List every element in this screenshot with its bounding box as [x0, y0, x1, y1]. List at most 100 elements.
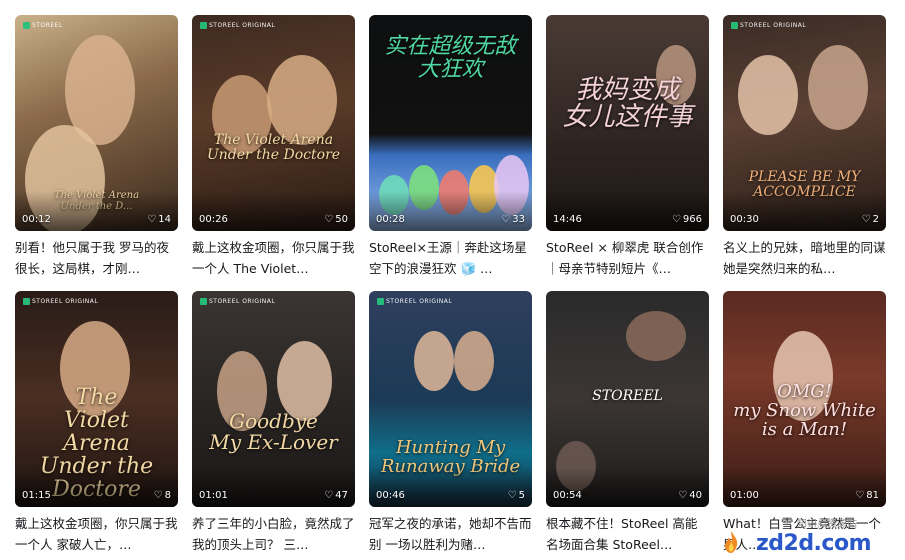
video-duration: 00:46	[376, 490, 405, 501]
like-count: ♡ 40	[678, 490, 702, 501]
like-count-value: 2	[872, 214, 879, 225]
video-duration: 00:26	[199, 214, 228, 225]
storeel-logo-icon	[200, 22, 207, 29]
video-card[interactable]: 我妈变成 女儿这件事 14:46 ♡ 966 StoReel × 柳翠虎 联合创作｜母亲…	[546, 15, 709, 279]
like-count: ♡ 14	[147, 214, 171, 225]
badge-text: STOREEL ORIGINAL	[740, 22, 807, 29]
video-card[interactable]: STOREEL 00:54 ♡ 40 根本藏不住！StoReel 高能名场面合集 Sto…	[546, 291, 709, 555]
like-count-value: 50	[335, 214, 348, 225]
poster-title: 实在超级无敌 大狂欢	[384, 34, 517, 83]
poster-title: Goodbye My Ex-Lover	[209, 409, 338, 454]
storeel-badge: STOREEL ORIGINAL	[377, 298, 452, 305]
video-duration: 01:01	[199, 490, 228, 501]
storeel-logo-icon	[200, 298, 207, 305]
video-card[interactable]: STOREEL ORIGINALPLEASE BE MY ACCOMPLICE0…	[723, 15, 886, 279]
video-thumbnail[interactable]: STOREEL ORIGINALHunting My Runaway Bride…	[369, 291, 532, 507]
video-caption[interactable]: 养了三年的小白脸，竟然成了我的顶头上司？ 三…	[192, 513, 355, 555]
heart-icon: ♡	[153, 489, 163, 501]
heart-icon: ♡	[855, 489, 865, 501]
poster-figure	[626, 311, 686, 361]
thumbnail-shade	[15, 467, 178, 507]
like-count-value: 33	[512, 214, 525, 225]
video-duration: 00:28	[376, 214, 405, 225]
storeel-logo-icon	[23, 22, 30, 29]
video-caption[interactable]: 冠军之夜的承诺，她却不告而别 一场以胜利为赌…	[369, 513, 532, 555]
like-count-value: 14	[158, 214, 171, 225]
thumbnail-shade	[369, 191, 532, 231]
video-caption[interactable]: 别看！他只属于我 罗马的夜很长，这局棋，才刚…	[15, 237, 178, 279]
thumbnail-shade	[546, 467, 709, 507]
like-count: ♡ 966	[672, 214, 702, 225]
video-thumbnail[interactable]: 我妈变成 女儿这件事 14:46 ♡ 966	[546, 15, 709, 231]
video-duration: 00:30	[730, 214, 759, 225]
video-thumbnail[interactable]: STOREEL 00:54 ♡ 40	[546, 291, 709, 507]
heart-icon: ♡	[507, 489, 517, 501]
like-count-value: 966	[682, 214, 702, 225]
like-count: ♡ 33	[501, 214, 525, 225]
heart-icon: ♡	[671, 213, 681, 225]
heart-icon: ♡	[501, 213, 511, 225]
storeel-badge: STOREEL ORIGINAL	[200, 298, 275, 305]
video-caption[interactable]: 戴上这枚金项圈，你只属于我一个人 The Violet…	[192, 237, 355, 279]
like-count: ♡ 2	[862, 214, 879, 225]
badge-text: STOREEL ORIGINAL	[209, 298, 276, 305]
video-thumbnail[interactable]: STOREELThe Violet Arena Under the D...00…	[15, 15, 178, 231]
video-duration: 14:46	[553, 214, 582, 225]
video-card[interactable]: STOREEL ORIGINALHunting My Runaway Bride…	[369, 291, 532, 555]
storeel-logo-icon	[377, 298, 384, 305]
poster-title: 我妈变成 女儿这件事	[562, 75, 693, 133]
like-count-value: 81	[866, 490, 879, 501]
heart-icon: ♡	[324, 213, 334, 225]
thumbnail-shade	[369, 467, 532, 507]
storeel-badge: STOREEL ORIGINAL	[23, 298, 98, 305]
video-caption[interactable]: StoReel×王源｜奔赴这场星空下的浪漫狂欢 🧊 …	[369, 237, 532, 279]
video-card[interactable]: STOREEL ORIGINAL Goodbye My Ex-Lover 01:01…	[192, 291, 355, 555]
poster-title: The Violet Arena Under the Doctore	[206, 132, 341, 163]
badge-text: STOREEL ORIGINAL	[32, 298, 99, 305]
video-caption[interactable]: 根本藏不住！StoReel 高能名场面合集 StoReel…	[546, 513, 709, 555]
heart-icon: ♡	[324, 489, 334, 501]
badge-text: STOREEL	[32, 22, 63, 29]
thumbnail-shade	[723, 467, 886, 507]
video-card[interactable]: 实在超级无敌 大狂欢 00:28 ♡ 33 StoReel×王源｜奔赴这场星空下的浪漫狂…	[369, 15, 532, 279]
video-duration: 00:12	[22, 214, 51, 225]
thumbnail-shade	[15, 191, 178, 231]
poster-figure	[738, 55, 798, 135]
video-grid: STOREELThe Violet Arena Under the D...00…	[15, 15, 886, 555]
video-thumbnail[interactable]: STOREEL ORIGINAL Goodbye My Ex-Lover 01:01…	[192, 291, 355, 507]
video-thumbnail[interactable]: OMG! my Snow White is a Man! 01:00 ♡ 81	[723, 291, 886, 507]
video-card[interactable]: STOREEL ORIGINAL The Violet Arena Under t…	[192, 15, 355, 279]
heart-icon: ♡	[678, 489, 688, 501]
poster-figure	[414, 331, 454, 391]
like-count-value: 5	[518, 490, 525, 501]
video-thumbnail[interactable]: STOREEL ORIGINAL The Violet Arena Under t…	[192, 15, 355, 231]
thumbnail-shade	[192, 467, 355, 507]
video-card[interactable]: STOREELThe Violet Arena Under the D...00…	[15, 15, 178, 279]
video-card[interactable]: STOREEL ORIGINALThe Violet Arena Under t…	[15, 291, 178, 555]
like-count-value: 47	[335, 490, 348, 501]
video-thumbnail[interactable]: 实在超级无敌 大狂欢 00:28 ♡ 33	[369, 15, 532, 231]
thumbnail-shade	[192, 191, 355, 231]
watermark: zd2d.com	[755, 531, 872, 556]
video-duration: 00:54	[553, 490, 582, 501]
poster-title: OMG! my Snow White is a Man!	[733, 381, 876, 440]
video-thumbnail[interactable]: STOREEL ORIGINALThe Violet Arena Under t…	[15, 291, 178, 507]
video-caption[interactable]: 戴上这枚金项圈，你只属于我一个人 家破人亡，…	[15, 513, 178, 555]
video-thumbnail[interactable]: STOREEL ORIGINALPLEASE BE MY ACCOMPLICE0…	[723, 15, 886, 231]
video-caption[interactable]: 名义上的兄妹，暗地里的同谋 她是突然归来的私…	[723, 237, 886, 279]
video-duration: 01:00	[730, 490, 759, 501]
heart-icon: ♡	[147, 213, 157, 225]
like-count: ♡ 8	[154, 490, 171, 501]
storeel-logo-icon	[23, 298, 30, 305]
like-count-value: 40	[689, 490, 702, 501]
thumbnail-shade	[723, 191, 886, 231]
storeel-badge: STOREEL ORIGINAL	[200, 22, 275, 29]
video-duration: 01:15	[22, 490, 51, 501]
badge-text: STOREEL ORIGINAL	[386, 298, 453, 305]
like-count: ♡ 47	[324, 490, 348, 501]
like-count: ♡ 5	[508, 490, 525, 501]
flame-icon	[725, 531, 738, 553]
storeel-badge: STOREEL ORIGINAL	[731, 22, 806, 29]
video-caption[interactable]: StoReel × 柳翠虎 联合创作｜母亲节特别短片《…	[546, 237, 709, 279]
watermark-subtitle: 知识点资源站	[797, 519, 857, 530]
